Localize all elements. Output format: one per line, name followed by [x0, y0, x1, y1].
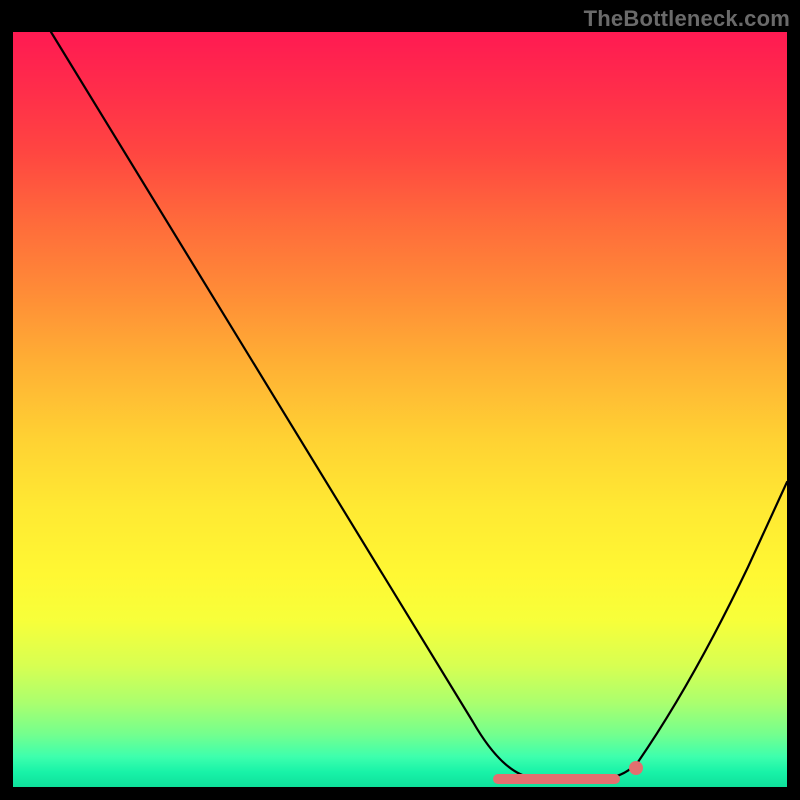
- watermark-text: TheBottleneck.com: [584, 6, 790, 32]
- curve-svg: [13, 32, 787, 787]
- bottleneck-curve: [51, 32, 787, 778]
- marker-point: [629, 761, 643, 775]
- plot-area: [13, 32, 787, 787]
- chart-frame: TheBottleneck.com: [0, 0, 800, 800]
